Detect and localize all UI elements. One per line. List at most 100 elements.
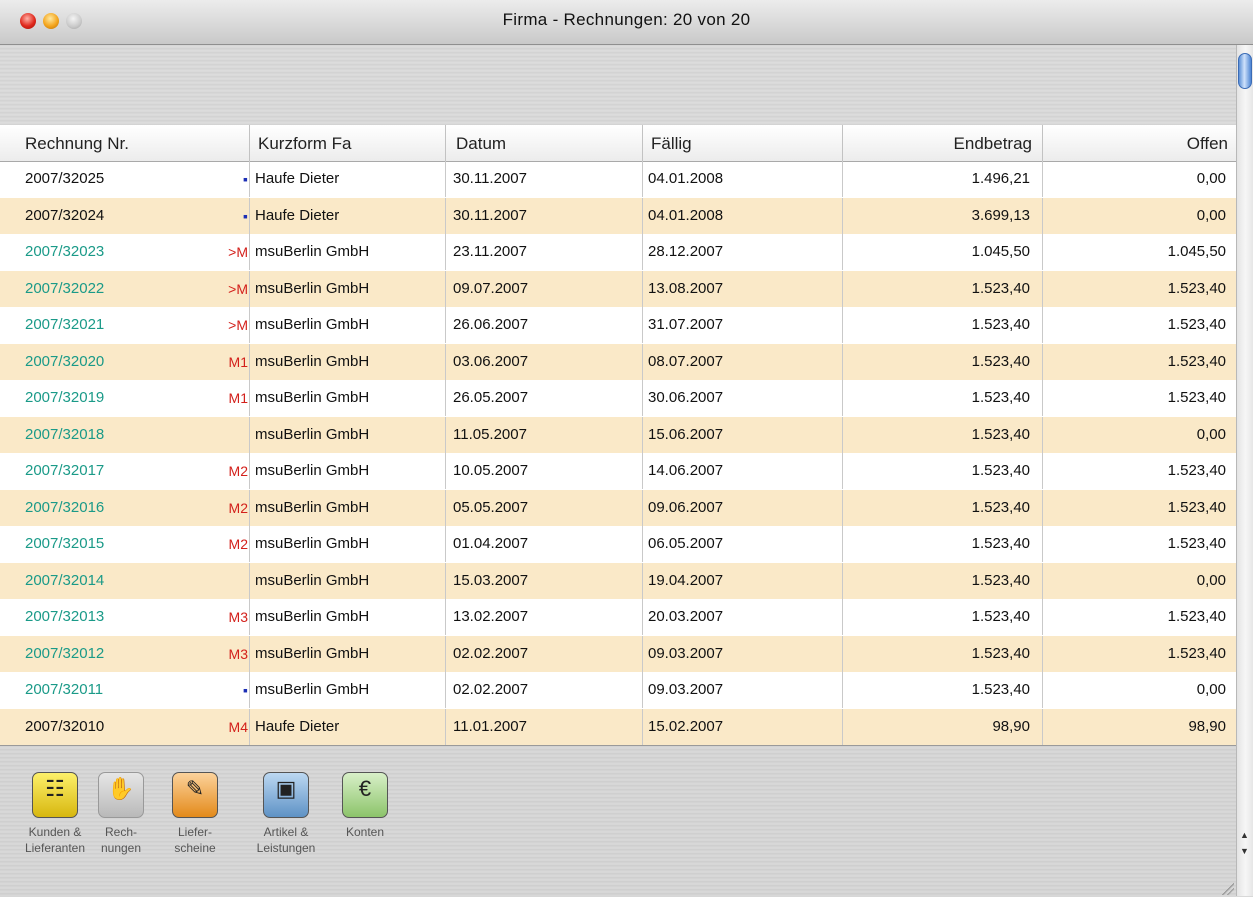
column-header-rechnung-nr[interactable]: Rechnung Nr.: [0, 125, 250, 161]
reminder-flag: M3: [228, 609, 248, 625]
open-amount: 1.523,40: [1167, 279, 1226, 297]
open-amount: 1.523,40: [1167, 462, 1226, 479]
invoice-date: 03.06.2007: [446, 343, 643, 380]
open-amount: 1.523,40: [1167, 535, 1226, 552]
reminder-flag: M3: [228, 645, 248, 662]
open-amount: 0,00: [1196, 571, 1226, 589]
invoice-date: 01.04.2007: [446, 526, 643, 562]
total-amount: 1.523,40: [843, 307, 1043, 343]
open-amount: 1.523,40: [1167, 644, 1226, 662]
articles-icon: ▣: [263, 772, 309, 818]
lieferscheine-button[interactable]: ✎ Liefer-scheine: [160, 772, 230, 856]
table-row[interactable]: 2007/32013 M3 msuBerlin GmbH 13.02.2007 20.0…: [0, 599, 1236, 635]
total-amount: 1.523,40: [843, 416, 1043, 453]
scroll-thumb[interactable]: [1238, 53, 1252, 89]
due-date: 19.04.2007: [643, 562, 843, 599]
company-short-name: msuBerlin GmbH: [250, 526, 446, 562]
table-row[interactable]: 2007/32012 M3 msuBerlin GmbH 02.02.2007 09.0…: [0, 635, 1236, 672]
table-row[interactable]: 2007/32018 msuBerlin GmbH 11.05.2007 15.06.…: [0, 416, 1236, 453]
company-short-name: msuBerlin GmbH: [250, 270, 446, 307]
reminder-flag: >M: [228, 280, 248, 297]
invoice-date: 30.11.2007: [446, 161, 643, 197]
table-row[interactable]: 2007/32021 >M msuBerlin GmbH 26.06.2007 31.0…: [0, 307, 1236, 343]
open-amount: 1.523,40: [1167, 316, 1226, 333]
open-amount: 1.523,40: [1167, 352, 1226, 370]
column-header-offen[interactable]: Offen: [1043, 125, 1236, 161]
company-short-name: Haufe Dieter: [250, 161, 446, 197]
table-row[interactable]: 2007/32017 M2 msuBerlin GmbH 10.05.2007 14.0…: [0, 453, 1236, 489]
reminder-flag: M4: [228, 718, 248, 735]
total-amount: 1.045,50: [843, 234, 1043, 270]
table-row[interactable]: 2007/32025 ▪ Haufe Dieter 30.11.2007 04.01.2…: [0, 161, 1236, 197]
konten-button[interactable]: € Konten: [330, 772, 400, 840]
column-header-datum[interactable]: Datum: [446, 125, 643, 161]
scroll-up-icon[interactable]: ▲: [1240, 830, 1249, 840]
kunden-lieferanten-button[interactable]: ☷ Kunden & Lieferanten: [20, 772, 90, 856]
invoice-date: 26.06.2007: [446, 307, 643, 343]
table-row[interactable]: 2007/32010 M4 Haufe Dieter 11.01.2007 15.02.…: [0, 708, 1236, 745]
rechnungen-button[interactable]: ✋ Rech-nungen: [86, 772, 156, 856]
table-row[interactable]: 2007/32015 M2 msuBerlin GmbH 01.04.2007 06.0…: [0, 526, 1236, 562]
total-amount: 98,90: [843, 708, 1043, 745]
table-header: Rechnung Nr. Kurzform Fa Datum Fällig En…: [0, 125, 1236, 162]
table-row[interactable]: 2007/32014 msuBerlin GmbH 15.03.2007 19.04.…: [0, 562, 1236, 599]
resize-grip-icon[interactable]: [1222, 883, 1234, 895]
invoice-date: 15.03.2007: [446, 562, 643, 599]
table-row[interactable]: 2007/32022 >M msuBerlin GmbH 09.07.2007 13.0…: [0, 270, 1236, 307]
table-row[interactable]: 2007/32019 M1 msuBerlin GmbH 26.05.2007 30.0…: [0, 380, 1236, 416]
column-header-faellig[interactable]: Fällig: [643, 125, 843, 161]
column-header-endbetrag[interactable]: Endbetrag: [843, 125, 1043, 161]
due-date: 31.07.2007: [643, 307, 843, 343]
invoice-table: Rechnung Nr. Kurzform Fa Datum Fällig En…: [0, 125, 1236, 745]
company-short-name: msuBerlin GmbH: [250, 307, 446, 343]
toolbar-label: Kunden &: [28, 825, 82, 839]
delivery-notes-icon: ✎: [172, 772, 218, 818]
company-short-name: msuBerlin GmbH: [250, 635, 446, 672]
column-header-kurzform-fa[interactable]: Kurzform Fa: [250, 125, 446, 161]
window-title: Firma - Rechnungen: 20 von 20: [502, 10, 751, 29]
reminder-flag: M1: [228, 353, 248, 370]
company-short-name: msuBerlin GmbH: [250, 562, 446, 599]
vertical-scrollbar[interactable]: ▲ ▼: [1236, 45, 1253, 896]
due-date: 04.01.2008: [643, 161, 843, 197]
open-amount: 0,00: [1196, 425, 1226, 443]
total-amount: 1.523,40: [843, 270, 1043, 307]
customers-icon: ☷: [32, 772, 78, 818]
company-short-name: msuBerlin GmbH: [250, 380, 446, 416]
company-short-name: Haufe Dieter: [250, 708, 446, 745]
total-amount: 1.523,40: [843, 599, 1043, 635]
table-row[interactable]: 2007/32011 ▪ msuBerlin GmbH 02.02.2007 09.03…: [0, 672, 1236, 708]
table-row[interactable]: 2007/32016 M2 msuBerlin GmbH 05.05.2007 09.0…: [0, 489, 1236, 526]
reminder-flag: ▪: [243, 171, 248, 187]
company-short-name: Haufe Dieter: [250, 197, 446, 234]
invoices-icon: ✋: [98, 772, 144, 818]
open-amount: 98,90: [1188, 717, 1226, 735]
scroll-down-icon[interactable]: ▼: [1240, 846, 1249, 856]
invoice-date: 02.02.2007: [446, 672, 643, 708]
table-row[interactable]: 2007/32020 M1 msuBerlin GmbH 03.06.2007 08.0…: [0, 343, 1236, 380]
due-date: 13.08.2007: [643, 270, 843, 307]
table-row[interactable]: 2007/32024 ▪ Haufe Dieter 30.11.2007 04.01.2…: [0, 197, 1236, 234]
toolbar-label: Liefer-: [177, 825, 212, 839]
total-amount: 1.523,40: [843, 635, 1043, 672]
toolbar-label: nungen: [100, 841, 142, 855]
due-date: 06.05.2007: [643, 526, 843, 562]
table-row[interactable]: 2007/32023 >M msuBerlin GmbH 23.11.2007 28.1…: [0, 234, 1236, 270]
header-area: [0, 45, 1236, 125]
toolbar-label: Konten: [345, 825, 385, 839]
company-short-name: msuBerlin GmbH: [250, 453, 446, 489]
due-date: 09.03.2007: [643, 672, 843, 708]
reminder-flag: ▪: [243, 682, 248, 698]
total-amount: 1.523,40: [843, 343, 1043, 380]
toolbar-label: Lieferanten: [24, 841, 86, 855]
artikel-leistungen-button[interactable]: ▣ Artikel & Leistungen: [250, 772, 322, 856]
reminder-flag: ▪: [243, 207, 248, 224]
toolbar-label: Leistungen: [256, 841, 316, 855]
toolbar-label: Rech-: [104, 825, 137, 839]
invoice-date: 11.05.2007: [446, 416, 643, 453]
total-amount: 3.699,13: [843, 197, 1043, 234]
due-date: 09.03.2007: [643, 635, 843, 672]
due-date: 28.12.2007: [643, 234, 843, 270]
company-short-name: msuBerlin GmbH: [250, 599, 446, 635]
total-amount: 1.496,21: [843, 161, 1043, 197]
